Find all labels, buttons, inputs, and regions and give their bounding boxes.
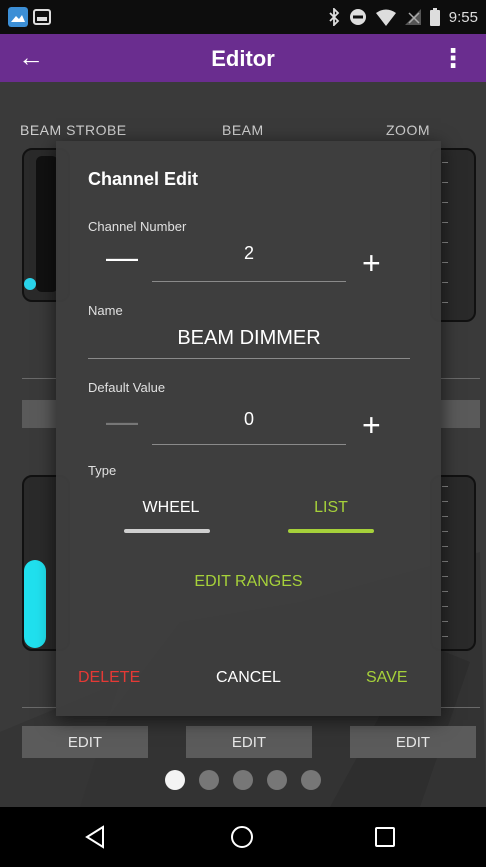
background-button xyxy=(440,400,480,428)
divider xyxy=(440,378,480,379)
bluetooth-icon xyxy=(329,8,340,26)
page-dot-1[interactable] xyxy=(165,770,185,790)
dimmer-slider-fill[interactable] xyxy=(24,560,46,648)
page-title: Editor xyxy=(211,46,275,71)
page-dot-2[interactable] xyxy=(199,770,219,790)
do-not-disturb-icon xyxy=(349,9,366,25)
type-wheel-indicator xyxy=(124,529,210,533)
wifi-icon xyxy=(375,9,396,26)
type-label: Type xyxy=(88,463,117,478)
home-circle-icon[interactable] xyxy=(230,825,254,849)
divider xyxy=(440,707,480,708)
edit-button-1[interactable]: EDIT xyxy=(22,726,148,758)
channel-number-underline xyxy=(152,281,346,282)
type-option-list[interactable]: LIST xyxy=(286,499,376,517)
channel-number-increment-button[interactable]: + xyxy=(362,247,381,279)
zoom-wheel-ticks xyxy=(442,162,448,303)
channel-label-1: BEAM STROBE xyxy=(20,122,127,138)
channel-number-label: Channel Number xyxy=(88,219,187,234)
divider xyxy=(22,707,56,708)
name-underline xyxy=(88,358,410,359)
recents-square-icon[interactable] xyxy=(374,826,396,848)
dialog-title: Channel Edit xyxy=(88,169,199,189)
default-value-label: Default Value xyxy=(88,380,166,395)
channel-label-3: ZOOM xyxy=(386,122,430,138)
type-option-wheel[interactable]: WHEEL xyxy=(126,499,216,517)
default-value-underline xyxy=(152,444,346,445)
status-time: 9:55 xyxy=(448,8,478,26)
edit-button-2[interactable]: EDIT xyxy=(186,726,312,758)
page-indicator xyxy=(0,770,486,790)
channel-number-decrement-button[interactable]: — xyxy=(106,241,138,273)
strobe-slider-track[interactable] xyxy=(36,156,58,292)
edit-ranges-button[interactable]: EDIT RANGES xyxy=(56,573,441,591)
strobe-slider-thumb[interactable] xyxy=(24,278,36,290)
focus-wheel-ticks xyxy=(442,486,448,637)
default-value-decrement-button[interactable]: — xyxy=(106,405,138,437)
no-signal-icon xyxy=(404,9,421,25)
channel-number-value[interactable]: 2 xyxy=(152,243,346,264)
name-label: Name xyxy=(88,303,123,318)
navigation-bar xyxy=(0,807,486,867)
background-button xyxy=(22,400,56,428)
more-vert-icon[interactable]: ⋮ xyxy=(440,43,466,74)
save-button[interactable]: SAVE xyxy=(366,669,408,687)
status-bar: 9:55 xyxy=(0,0,486,34)
gallery-app-icon xyxy=(8,7,28,27)
app-bar: ← Editor ⋮ xyxy=(0,34,486,82)
page-dot-3[interactable] xyxy=(233,770,253,790)
page-dot-4[interactable] xyxy=(267,770,287,790)
page-dot-5[interactable] xyxy=(301,770,321,790)
screenshot-icon xyxy=(33,9,51,25)
edit-button-3[interactable]: EDIT xyxy=(350,726,476,758)
battery-icon xyxy=(429,8,440,26)
divider xyxy=(22,378,56,379)
type-list-indicator xyxy=(288,529,374,533)
default-value-increment-button[interactable]: + xyxy=(362,409,381,441)
cancel-button[interactable]: CANCEL xyxy=(216,669,281,687)
delete-button[interactable]: DELETE xyxy=(78,669,140,687)
name-field[interactable]: BEAM DIMMER xyxy=(88,327,410,350)
channel-label-2: BEAM xyxy=(222,122,264,138)
back-triangle-icon[interactable] xyxy=(84,825,106,849)
default-value-field[interactable]: 0 xyxy=(152,409,346,430)
channel-edit-dialog: Channel Edit Channel Number — 2 + Name B… xyxy=(56,141,441,716)
